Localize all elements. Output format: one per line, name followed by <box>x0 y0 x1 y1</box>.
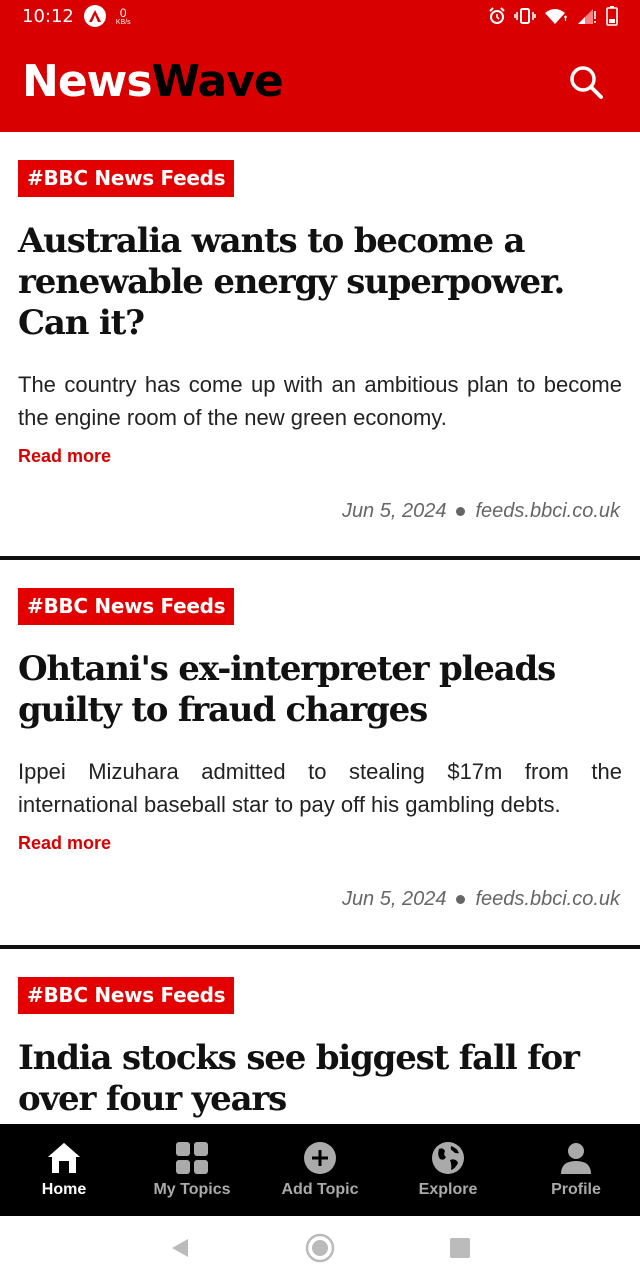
article-card[interactable]: #BBC News Feeds Australia wants to becom… <box>0 132 640 556</box>
news-feed[interactable]: #BBC News Feeds Australia wants to becom… <box>0 132 640 1124</box>
status-left: 10:12 0 KB/s <box>22 5 131 27</box>
app-header: NewsWave <box>0 32 640 132</box>
nav-explore[interactable]: Explore <box>384 1124 512 1216</box>
read-more-link[interactable]: Read more <box>18 833 111 854</box>
article-summary: Ippei Mizuhara admitted to stealing $17m… <box>18 759 622 817</box>
network-speed-unit: KB/s <box>115 18 131 26</box>
wifi-icon <box>544 7 568 25</box>
nav-home[interactable]: Home <box>0 1124 128 1216</box>
nav-my-topics-label: My Topics <box>153 1181 231 1198</box>
article-headline[interactable]: India stocks see biggest fall for over f… <box>18 1038 622 1120</box>
network-speed: 0 KB/s <box>116 7 131 26</box>
globe-icon <box>432 1142 464 1174</box>
vibrate-icon <box>514 7 536 25</box>
search-button[interactable] <box>566 62 606 102</box>
home-circle-icon <box>305 1233 335 1263</box>
article-meta: Jun 5, 2024 feeds.bbci.co.uk <box>342 888 620 911</box>
separator-dot <box>456 507 466 516</box>
search-icon <box>570 66 603 99</box>
logo-part-wave: Wave <box>151 56 284 107</box>
signal-icon <box>576 7 598 25</box>
system-back-button[interactable] <box>160 1228 200 1268</box>
article-headline[interactable]: Ohtani's ex-interpreter pleads guilty to… <box>18 649 622 731</box>
article-date: Jun 5, 2024 <box>341 500 447 522</box>
system-navigation-bar <box>0 1216 640 1280</box>
status-time: 10:12 <box>22 5 74 27</box>
nav-explore-label: Explore <box>418 1181 478 1198</box>
logo-part-news: News <box>22 56 153 107</box>
nav-my-topics[interactable]: My Topics <box>128 1124 256 1216</box>
nav-add-topic[interactable]: Add Topic <box>256 1124 384 1216</box>
nav-profile[interactable]: Profile <box>512 1124 640 1216</box>
network-speed-value: 0 <box>119 5 127 20</box>
separator-dot <box>456 895 466 904</box>
article-source: feeds.bbci.co.uk <box>475 888 620 910</box>
app-logo: NewsWave <box>22 60 284 104</box>
nav-add-topic-label: Add Topic <box>281 1181 359 1198</box>
article-summary: The country has come up with an ambitiou… <box>18 372 622 430</box>
article-date: Jun 5, 2024 <box>341 888 447 910</box>
article-tag[interactable]: #BBC News Feeds <box>18 977 235 1014</box>
app-notification-icon <box>83 5 106 27</box>
person-icon <box>561 1143 591 1174</box>
system-recents-button[interactable] <box>440 1228 480 1268</box>
status-bar: 10:12 0 KB/s <box>0 0 640 32</box>
article-meta: Jun 5, 2024 feeds.bbci.co.uk <box>342 500 620 523</box>
grid-icon <box>176 1142 208 1174</box>
battery-low-icon <box>606 6 618 26</box>
read-more-link[interactable]: Read more <box>18 446 111 467</box>
article-source: feeds.bbci.co.uk <box>475 500 620 522</box>
article-card[interactable]: #BBC News Feeds India stocks see biggest… <box>0 949 640 1120</box>
back-icon <box>172 1239 188 1257</box>
nav-profile-label: Profile <box>551 1181 601 1198</box>
system-home-button[interactable] <box>300 1228 340 1268</box>
home-icon <box>48 1143 80 1173</box>
recents-icon <box>450 1238 470 1258</box>
article-tag[interactable]: #BBC News Feeds <box>18 588 235 625</box>
article-headline[interactable]: Australia wants to become a renewable en… <box>18 221 622 344</box>
article-tag[interactable]: #BBC News Feeds <box>18 160 235 197</box>
article-card[interactable]: #BBC News Feeds Ohtani's ex-interpreter … <box>0 560 640 945</box>
nav-home-label: Home <box>41 1181 87 1198</box>
alarm-icon <box>488 7 506 25</box>
status-right <box>488 6 618 26</box>
bottom-navigation: Home My Topics Add Topic Explore Profile <box>0 1124 640 1216</box>
add-circle-icon <box>304 1142 336 1174</box>
